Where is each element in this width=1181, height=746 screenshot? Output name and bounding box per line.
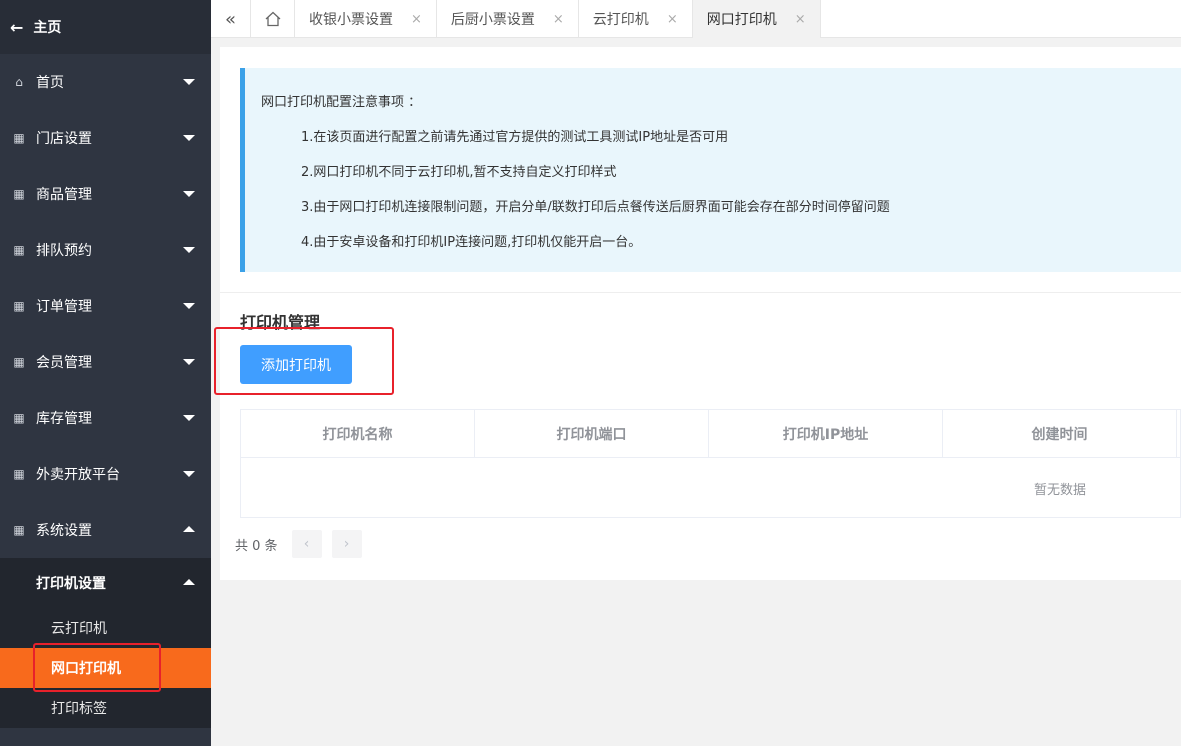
sidebar-item-system-settings[interactable]: ▦ 系统设置 xyxy=(0,502,211,558)
notice-line: 3.由于网口打印机连接限制问题，开启分单/联数打印后点餐传送后厨界面可能会存在部… xyxy=(301,200,890,215)
column-header-printer-port[interactable]: 打印机端口 xyxy=(475,410,709,458)
caret-down-icon xyxy=(183,247,195,253)
next-page-button[interactable]: › xyxy=(331,530,362,558)
column-header-printer-ip[interactable]: 打印机IP地址 xyxy=(709,410,943,458)
caret-down-icon xyxy=(183,359,195,365)
sidebar: ← 主页 ⌂ 首页 ▦ 门店设置 ▦ 商品管理 ▦ 排队预约 ▦ 订单管理 ▦ … xyxy=(0,0,211,746)
sidebar-item-label: 首页 xyxy=(36,75,64,91)
close-icon[interactable]: × xyxy=(411,12,422,27)
tab-home[interactable] xyxy=(251,0,295,38)
sidebar-item-label: 系统设置 xyxy=(36,523,92,539)
sidebar-subgroup-label: 打印机设置 xyxy=(36,576,106,592)
content-panel: 网口打印机配置注意事项 ： 1.在该页面进行配置之前请先通过官方提供的测试工具测… xyxy=(220,47,1181,580)
table-empty-text: 暂无数据 xyxy=(1034,482,1087,498)
tab-label: 网口打印机 xyxy=(706,12,777,28)
caret-up-icon xyxy=(183,579,195,585)
notice-title: 网口打印机配置注意事项 ： xyxy=(261,95,422,110)
tab-cloud-printer[interactable]: 云打印机 × xyxy=(579,0,693,38)
tab-kitchen-receipt-settings[interactable]: 后厨小票设置 × xyxy=(437,0,579,38)
sidebar-leaf-label: 云打印机 xyxy=(51,621,107,637)
tab-label: 收银小票设置 xyxy=(309,12,393,28)
add-printer-button[interactable]: 添加打印机 xyxy=(240,345,352,384)
sidebar-item-members[interactable]: ▦ 会员管理 xyxy=(0,334,211,390)
menu-icon: ▦ xyxy=(13,299,25,313)
table-header: 打印机名称 打印机端口 打印机IP地址 创建时间 xyxy=(241,410,1180,458)
tab-receipt-settings[interactable]: 收银小票设置 × xyxy=(295,0,437,38)
sidebar-submenu: 打印机设置 云打印机 网口打印机 打印标签 xyxy=(0,558,211,728)
pagination: 共 0 条 ‹ › xyxy=(235,530,372,558)
sidebar-item-products[interactable]: ▦ 商品管理 xyxy=(0,166,211,222)
close-icon[interactable]: × xyxy=(795,12,806,27)
menu-icon: ▦ xyxy=(13,411,25,425)
caret-down-icon xyxy=(183,191,195,197)
caret-down-icon xyxy=(183,303,195,309)
caret-down-icon xyxy=(183,471,195,477)
sidebar-leaf-label: 网口打印机 xyxy=(51,661,121,677)
tab-label: 云打印机 xyxy=(592,12,649,28)
sidebar-leaf-print-labels[interactable]: 打印标签 xyxy=(0,688,211,728)
sidebar-leaf-cloud-printer[interactable]: 云打印机 xyxy=(0,608,211,648)
caret-down-icon xyxy=(183,79,195,85)
sidebar-item-inventory[interactable]: ▦ 库存管理 xyxy=(0,390,211,446)
sidebar-item-label: 排队预约 xyxy=(36,243,92,259)
double-chevron-left-icon: « xyxy=(224,8,236,30)
menu-icon: ▦ xyxy=(13,131,25,145)
menu-icon: ▦ xyxy=(13,243,25,257)
tab-network-printer[interactable]: 网口打印机 × xyxy=(692,0,821,38)
sidebar-item-delivery-platform[interactable]: ▦ 外卖开放平台 xyxy=(0,446,211,502)
sidebar-item-label: 商品管理 xyxy=(36,187,92,203)
section-title: 打印机管理 xyxy=(240,313,321,332)
caret-down-icon xyxy=(183,135,195,141)
sidebar-item-label: 外卖开放平台 xyxy=(36,467,120,483)
sidebar-item-queue[interactable]: ▦ 排队预约 xyxy=(0,222,211,278)
sidebar-item-label: 库存管理 xyxy=(36,411,92,427)
collapse-tabs-button[interactable]: « xyxy=(211,0,251,38)
chevron-left-icon: ‹ xyxy=(303,536,310,552)
sidebar-leaf-network-printer[interactable]: 网口打印机 xyxy=(0,648,211,688)
section-divider xyxy=(220,292,1181,293)
prev-page-button[interactable]: ‹ xyxy=(291,530,322,558)
tab-label: 后厨小票设置 xyxy=(450,12,535,28)
sidebar-item-label: 会员管理 xyxy=(36,355,92,371)
menu-icon: ▦ xyxy=(13,523,25,537)
menu-icon: ▦ xyxy=(13,467,25,481)
pagination-total: 共 0 条 xyxy=(235,538,278,554)
sidebar-home[interactable]: ← 主页 xyxy=(0,0,211,54)
close-icon[interactable]: × xyxy=(667,12,678,27)
house-icon: ⌂ xyxy=(15,75,23,89)
sidebar-home-label: 主页 xyxy=(33,20,62,36)
column-header-created-time[interactable]: 创建时间 xyxy=(943,410,1177,458)
notice-box: 网口打印机配置注意事项 ： 1.在该页面进行配置之前请先通过官方提供的测试工具测… xyxy=(240,68,1181,272)
caret-up-icon xyxy=(183,526,195,532)
tab-bar: « 收银小票设置 × 后厨小票设置 × 云打印机 × 网口打印机 × xyxy=(211,0,1181,38)
sidebar-item-orders[interactable]: ▦ 订单管理 xyxy=(0,278,211,334)
sidebar-item-store-settings[interactable]: ▦ 门店设置 xyxy=(0,110,211,166)
sidebar-item-label: 订单管理 xyxy=(36,299,92,315)
close-icon[interactable]: × xyxy=(553,12,564,27)
notice-line: 4.由于安卓设备和打印机IP连接问题,打印机仅能开启一台。 xyxy=(301,235,642,250)
menu-icon: ▦ xyxy=(13,355,25,369)
caret-down-icon xyxy=(183,415,195,421)
arrow-left-icon: ← xyxy=(10,17,24,37)
sidebar-leaf-label: 打印标签 xyxy=(51,701,107,717)
printer-table: 打印机名称 打印机端口 打印机IP地址 创建时间 暂无数据 xyxy=(240,409,1181,518)
notice-line: 2.网口打印机不同于云打印机,暂不支持自定义打印样式 xyxy=(301,165,617,180)
chevron-right-icon: › xyxy=(343,536,350,552)
sidebar-subgroup-printer-settings[interactable]: 打印机设置 xyxy=(0,558,211,608)
main-content: 网口打印机配置注意事项 ： 1.在该页面进行配置之前请先通过官方提供的测试工具测… xyxy=(211,38,1181,746)
menu-icon: ▦ xyxy=(13,187,25,201)
sidebar-item-home[interactable]: ⌂ 首页 xyxy=(0,54,211,110)
sidebar-item-label: 门店设置 xyxy=(36,131,92,147)
notice-line: 1.在该页面进行配置之前请先通过官方提供的测试工具测试IP地址是否可用 xyxy=(301,130,729,145)
house-icon xyxy=(265,11,280,27)
column-header-printer-name[interactable]: 打印机名称 xyxy=(241,410,475,458)
